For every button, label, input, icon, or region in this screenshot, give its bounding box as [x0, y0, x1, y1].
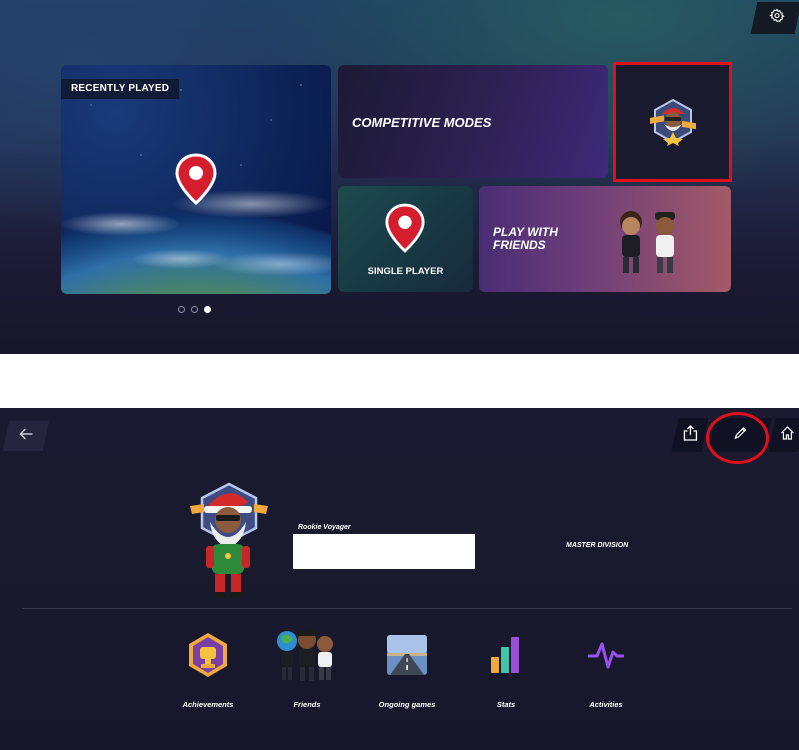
rank-title: Rookie Voyager: [298, 524, 351, 531]
nav-stats[interactable]: Stats: [461, 630, 551, 709]
redacted-username-box: [293, 534, 475, 569]
settings-button[interactable]: [750, 2, 799, 34]
bar-chart-icon: [489, 635, 523, 680]
road-icon: [386, 634, 428, 681]
share-button[interactable]: [671, 418, 709, 452]
share-icon: [680, 424, 700, 446]
competitive-modes-title: COMPETITIVE MODES: [352, 115, 492, 130]
profile-avatar-card[interactable]: [613, 62, 732, 182]
section-divider: [22, 608, 792, 609]
home-icon: [778, 425, 796, 445]
nav-ongoing-games-label: Ongoing games: [378, 700, 436, 709]
home-button[interactable]: [768, 418, 799, 452]
nav-activities-label: Activities: [589, 700, 623, 709]
pulse-icon: [587, 640, 625, 675]
back-button[interactable]: [2, 421, 50, 451]
nav-friends-label: Friends: [293, 700, 321, 709]
single-player-label: SINGLE PLAYER: [367, 266, 444, 277]
division-label: MASTER DIVISION: [566, 542, 629, 549]
play-with-friends-card[interactable]: PLAY WITH FRIENDS: [479, 186, 731, 292]
trophy-icon: [187, 632, 229, 683]
recently-played-tag: RECENTLY PLAYED: [61, 79, 180, 99]
nav-activities[interactable]: Activities: [561, 630, 651, 709]
nav-achievements-label: Achievements: [182, 700, 234, 709]
gear-icon: [766, 8, 785, 28]
edit-highlight-circle: [706, 412, 769, 464]
competitive-modes-card[interactable]: COMPETITIVE MODES: [338, 65, 608, 178]
home-screen-panel: RECENTLY PLAYED COMPETITIVE MODES SINGLE…: [0, 0, 799, 354]
profile-screen-panel: Rookie Voyager MASTER DIVISION Achieveme…: [0, 408, 799, 750]
friends-icon: [275, 627, 339, 688]
map-pin-icon: [174, 153, 218, 210]
nav-ongoing-games[interactable]: Ongoing games: [362, 630, 452, 709]
carousel-dot[interactable]: [178, 306, 185, 313]
arrow-left-icon: [17, 427, 35, 445]
carousel-dot-active[interactable]: [204, 306, 211, 313]
map-pin-icon: [384, 203, 426, 258]
nav-friends[interactable]: Friends: [262, 627, 352, 709]
carousel-indicator: [178, 306, 211, 313]
carousel-dot[interactable]: [191, 306, 198, 313]
recently-played-card[interactable]: RECENTLY PLAYED: [61, 65, 331, 294]
friends-avatars-image: [611, 204, 687, 281]
profile-avatar-image[interactable]: [188, 482, 270, 607]
play-with-friends-title: PLAY WITH FRIENDS: [493, 225, 558, 252]
avatar-badge-icon: [649, 98, 697, 151]
nav-stats-label: Stats: [496, 700, 516, 709]
single-player-card[interactable]: SINGLE PLAYER: [338, 186, 473, 292]
nav-achievements[interactable]: Achievements: [163, 630, 253, 709]
